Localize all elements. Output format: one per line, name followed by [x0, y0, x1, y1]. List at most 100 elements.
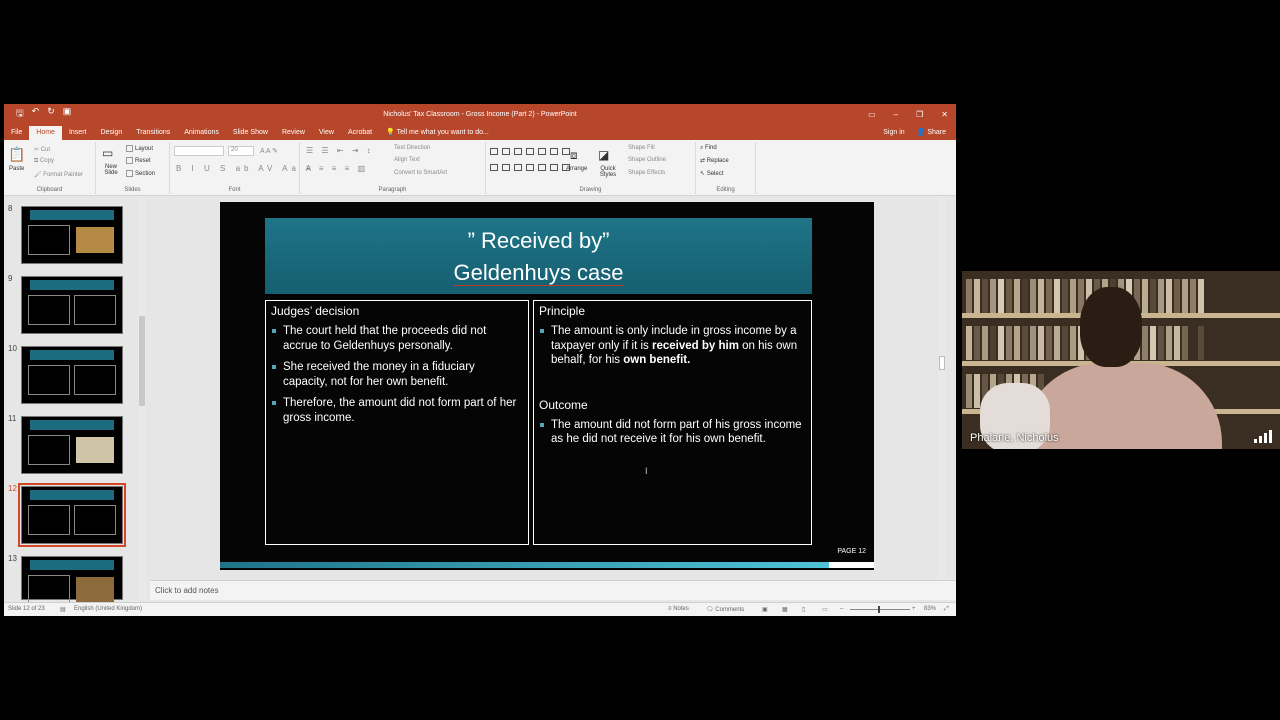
paste-icon[interactable]: 📋	[8, 146, 25, 163]
page-number: PAGE 12	[837, 548, 866, 555]
format-painter-button[interactable]: 🖌 Format Painter	[34, 171, 83, 178]
font-name-box[interactable]	[174, 146, 224, 156]
drawing-group: ⧈ Arrange ◪ Quick Styles Shape Fill Shap…	[486, 142, 696, 194]
replace-button[interactable]: ⇄ Replace	[700, 157, 729, 164]
ribbon-display-options-icon[interactable]: ▭	[868, 110, 876, 119]
animal-picture-icon	[76, 437, 114, 463]
zoom-in-icon[interactable]: +	[912, 606, 916, 612]
reset-icon	[126, 157, 133, 164]
font-size-box[interactable]: 20	[228, 146, 254, 156]
font-size-controls-icon[interactable]: A A ✎	[260, 147, 278, 155]
copy-label: Copy	[39, 158, 54, 164]
quick-styles-icon[interactable]: ◪	[598, 148, 609, 162]
person-head	[1080, 287, 1142, 367]
align-icons[interactable]: ≡ ≡ ≡ ≡ ▥	[306, 164, 368, 173]
select-button[interactable]: ↖ Select	[700, 170, 723, 177]
close-icon[interactable]: ✕	[941, 110, 948, 119]
slide-thumbnail-13[interactable]	[21, 556, 123, 605]
copy-button[interactable]: ⧉ Copy	[34, 158, 54, 165]
new-slide-button[interactable]: New Slide	[100, 164, 122, 176]
tab-insert[interactable]: Insert	[62, 126, 94, 140]
tell-me-search[interactable]: 💡 Tell me what you want to do...	[379, 126, 496, 140]
slide-canvas[interactable]: ” Received by” Geldenhuys case Judges’ d…	[220, 202, 874, 570]
font-format-icons[interactable]: B I U S ab AV Aa A	[176, 164, 315, 173]
reset-button[interactable]: Reset	[126, 157, 151, 164]
tab-design[interactable]: Design	[93, 126, 129, 140]
slide-scrollbar[interactable]	[938, 196, 946, 580]
comments-toggle[interactable]: 🗨 Comments	[706, 606, 744, 613]
spellcheck-icon[interactable]: ▤	[60, 606, 66, 613]
notes-toggle[interactable]: ≡ Notes	[668, 606, 689, 612]
list-icons[interactable]: ☰ ☰ ⇤ ⇥ ↕	[306, 146, 374, 155]
webcam-video-tile: Phalane, Nicholus	[962, 271, 1280, 449]
tab-slide-show[interactable]: Slide Show	[226, 126, 275, 140]
section-button[interactable]: Section	[126, 170, 155, 177]
share-button[interactable]: 👤 Share	[917, 126, 946, 140]
new-slide-icon[interactable]: ▭	[102, 146, 113, 160]
arrange-icon[interactable]: ⧈	[570, 148, 578, 163]
reading-view-icon[interactable]: ▯	[802, 606, 805, 613]
thumbnail-number: 9	[8, 274, 13, 283]
zoom-level[interactable]: 83%	[924, 606, 936, 612]
slideshow-view-icon[interactable]: ▭	[822, 606, 828, 613]
shape-fill-button[interactable]: Shape Fill	[628, 145, 655, 151]
quick-styles-button[interactable]: Quick Styles	[596, 166, 620, 178]
zoom-out-icon[interactable]: –	[840, 606, 843, 612]
fit-slide-icon[interactable]: ⤢	[944, 606, 949, 613]
shape-outline-button[interactable]: Shape Outline	[628, 157, 666, 163]
slide-thumbnail-8[interactable]	[21, 206, 123, 264]
slide-sorter-icon[interactable]: ▦	[782, 606, 788, 613]
tab-home[interactable]: Home	[29, 126, 62, 140]
align-text-button[interactable]: Align Text	[394, 157, 420, 163]
text-direction-button[interactable]: Text Direction	[394, 145, 430, 151]
shapes-gallery[interactable]	[490, 148, 570, 178]
tab-animations[interactable]: Animations	[177, 126, 226, 140]
tab-acrobat[interactable]: Acrobat	[341, 126, 379, 140]
thumbnail-scroll-thumb[interactable]	[139, 316, 145, 406]
cut-button[interactable]: ✂ Cut	[34, 146, 50, 153]
language-indicator[interactable]: English (United Kingdom)	[74, 606, 142, 612]
principle-outcome-box[interactable]: Principle The amount is only include in …	[533, 300, 812, 545]
slide-title-box[interactable]: ” Received by” Geldenhuys case	[265, 218, 812, 296]
ribbon-tabs: File Home Insert Design Transitions Anim…	[4, 124, 956, 140]
judges-decision-box[interactable]: Judges’ decision The court held that the…	[265, 300, 529, 545]
convert-smartart-button[interactable]: Convert to SmartArt	[394, 170, 447, 176]
cut-label: Cut	[40, 147, 51, 153]
outcome-list: The amount did not form part of his gros…	[534, 412, 811, 447]
arrange-button[interactable]: Arrange	[566, 166, 587, 172]
format-painter-label: Format Painter	[43, 172, 83, 178]
tab-transitions[interactable]: Transitions	[129, 126, 177, 140]
find-button[interactable]: ⌕ Find	[700, 145, 717, 152]
text-cursor-icon: I	[645, 466, 648, 476]
status-bar: Slide 12 of 23 ▤ English (United Kingdom…	[4, 602, 956, 616]
tab-file[interactable]: File	[4, 126, 29, 140]
minimize-icon[interactable]: –	[894, 110, 898, 119]
sign-in-link[interactable]: Sign in	[883, 126, 904, 140]
layout-button[interactable]: Layout	[126, 145, 153, 152]
paste-button[interactable]: Paste	[9, 166, 24, 172]
thumbnail-number: 10	[8, 344, 17, 353]
font-group: 20 A A ✎ B I U S ab AV Aa A Font	[170, 142, 311, 194]
zoom-slider-thumb[interactable]	[878, 606, 880, 613]
slide-scroll-thumb[interactable]	[939, 356, 945, 370]
powerpoint-window: 🖫 ↶ ↻ ▣ Nicholus' Tax Classroom - Gross …	[4, 104, 956, 616]
list-item: The court held that the proceeds did not…	[271, 324, 522, 353]
slide-thumbnail-9[interactable]	[21, 276, 123, 334]
principle-list: The amount is only include in gross inco…	[534, 318, 811, 368]
thumbnail-scrollbar[interactable]	[138, 196, 146, 600]
slide-thumbnail-11[interactable]	[21, 416, 123, 474]
tab-view[interactable]: View	[312, 126, 341, 140]
clipboard-group: 📋 Paste ✂ Cut ⧉ Copy 🖌 Format Painter Cl…	[4, 142, 96, 194]
slide-thumbnail-10[interactable]	[21, 346, 123, 404]
notes-pane[interactable]: Click to add notes	[150, 580, 956, 600]
slide-counter: Slide 12 of 23	[8, 606, 45, 612]
slide-thumbnail-12[interactable]	[18, 483, 126, 547]
tab-review[interactable]: Review	[275, 126, 312, 140]
normal-view-icon[interactable]: ▣	[762, 606, 768, 613]
principle-bold-2: own benefit.	[623, 354, 691, 366]
zoom-slider[interactable]	[850, 606, 910, 613]
replace-label: Replace	[706, 158, 729, 164]
shape-effects-button[interactable]: Shape Effects	[628, 170, 665, 176]
slide-editing-area: ” Received by” Geldenhuys case Judges’ d…	[150, 196, 946, 580]
restore-icon[interactable]: ❐	[916, 110, 923, 119]
